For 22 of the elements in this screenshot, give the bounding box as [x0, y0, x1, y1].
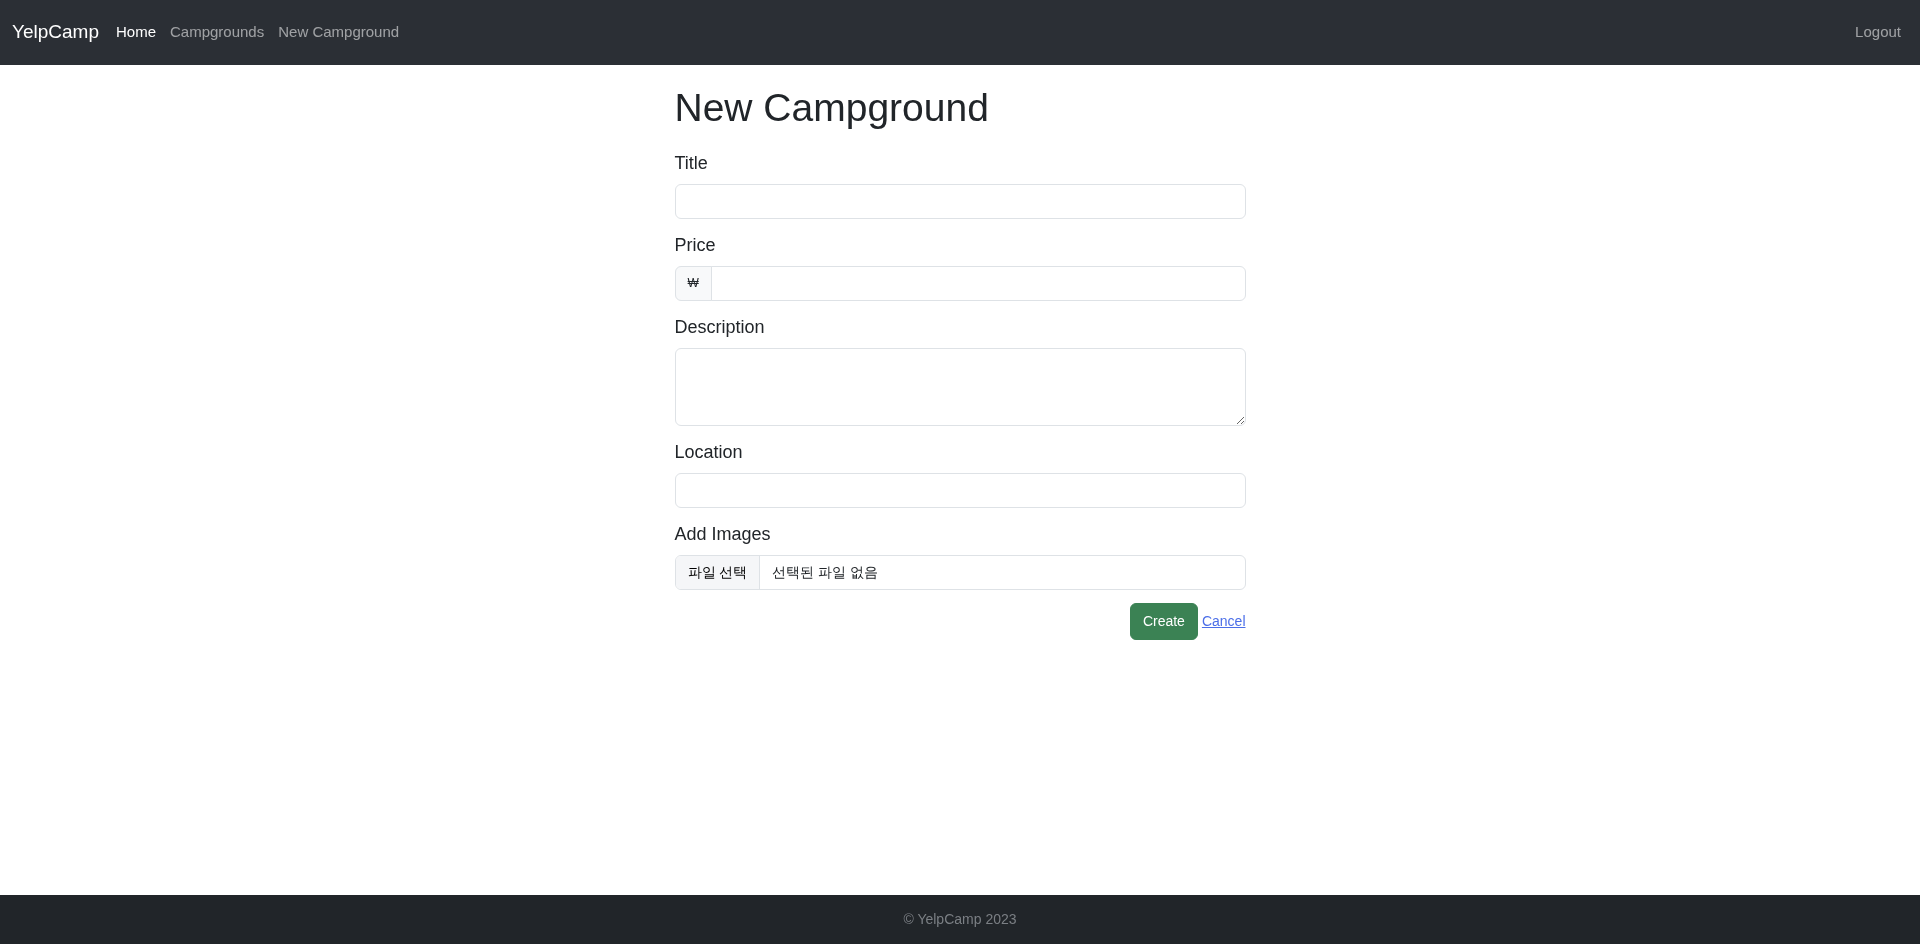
- brand-link[interactable]: YelpCamp: [12, 18, 99, 47]
- price-field[interactable]: [710, 265, 1246, 301]
- description-field[interactable]: [674, 347, 1246, 426]
- nav-link[interactable]: Campgrounds: [163, 21, 272, 44]
- copyright-text: © YelpCamp 2023: [903, 910, 1017, 929]
- field-label: Price: [674, 233, 717, 257]
- field-label: Location: [674, 440, 744, 464]
- choose-file-button[interactable]: 파일 선택: [675, 555, 761, 589]
- currency-addon: ₩: [674, 265, 712, 301]
- logout-link[interactable]: Logout: [1848, 21, 1908, 44]
- nav-link[interactable]: Home: [108, 21, 163, 44]
- text-field[interactable]: [674, 472, 1246, 508]
- field-label: Add Images: [674, 522, 772, 546]
- file-field[interactable]: 파일 선택 선택된 파일 없음: [674, 554, 1246, 590]
- cancel-link[interactable]: Cancel: [1201, 610, 1246, 632]
- create-button[interactable]: Create: [1129, 602, 1198, 640]
- page-title: New Campground: [674, 85, 990, 131]
- field-label: Description: [674, 315, 766, 339]
- file-status-text: 선택된 파일 없음: [771, 562, 880, 582]
- field-label: Title: [674, 151, 709, 175]
- text-field[interactable]: [674, 183, 1246, 219]
- nav-link[interactable]: New Campground: [271, 21, 407, 44]
